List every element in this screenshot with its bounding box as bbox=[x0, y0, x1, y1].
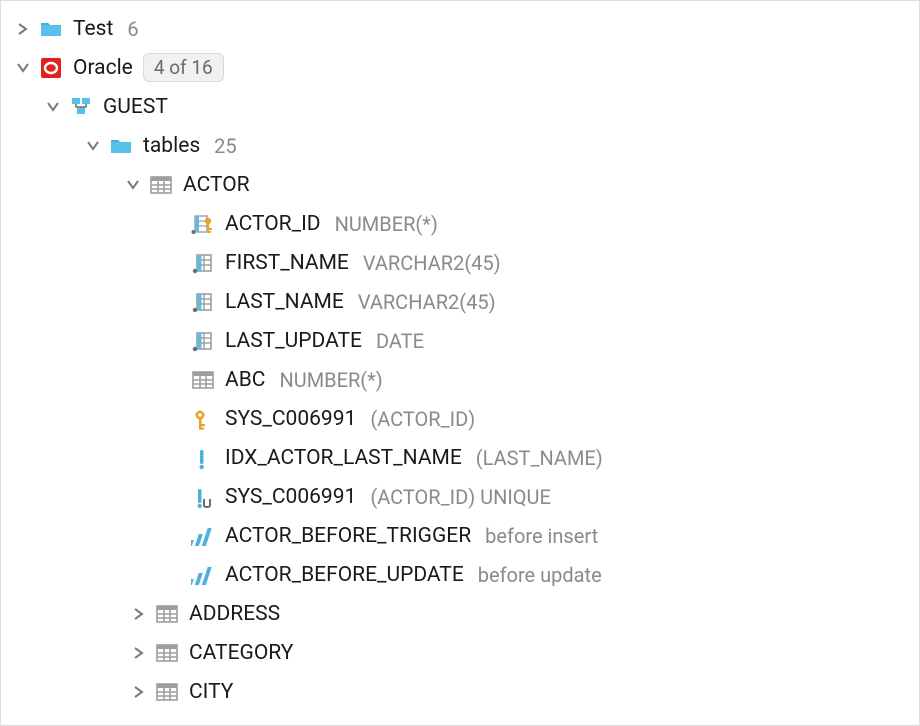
tree-item-column-actor-id[interactable]: ACTOR_ID NUMBER(*) bbox=[1, 204, 919, 243]
tree-item-tables[interactable]: tables 25 bbox=[1, 126, 919, 165]
index-unique-icon bbox=[191, 485, 215, 509]
tree-count: 6 bbox=[127, 17, 138, 41]
chevron-down-icon[interactable] bbox=[43, 97, 63, 117]
tree-item-column-last-name[interactable]: LAST_NAME VARCHAR2(45) bbox=[1, 282, 919, 321]
oracle-icon bbox=[39, 56, 63, 80]
tree-label: CATEGORY bbox=[189, 641, 293, 665]
trigger-name: ACTOR_BEFORE_UPDATE bbox=[225, 563, 464, 587]
table-icon bbox=[149, 173, 173, 197]
tree-item-test[interactable]: Test 6 bbox=[1, 9, 919, 48]
tree-count: 25 bbox=[214, 134, 236, 158]
column-name: LAST_NAME bbox=[225, 290, 344, 314]
tree-item-column-abc[interactable]: ABC NUMBER(*) bbox=[1, 360, 919, 399]
tree-label: ADDRESS bbox=[189, 602, 280, 626]
trigger-icon bbox=[191, 524, 215, 548]
tree-item-column-last-update[interactable]: LAST_UPDATE DATE bbox=[1, 321, 919, 360]
tree-item-table-city[interactable]: CITY bbox=[1, 672, 919, 711]
column-name: FIRST_NAME bbox=[225, 251, 349, 275]
column-name: ABC bbox=[225, 368, 265, 392]
tree-item-table-category[interactable]: CATEGORY bbox=[1, 633, 919, 672]
folder-icon bbox=[109, 134, 133, 158]
column-type: VARCHAR2(45) bbox=[358, 290, 496, 314]
trigger-detail: before update bbox=[478, 563, 602, 587]
column-name: LAST_UPDATE bbox=[225, 329, 362, 353]
index-detail: (ACTOR_ID) UNIQUE bbox=[370, 485, 551, 509]
tree-label: GUEST bbox=[103, 95, 168, 119]
chevron-right-icon[interactable] bbox=[129, 604, 149, 624]
chevron-down-icon[interactable] bbox=[13, 58, 33, 78]
count-badge: 4 of 16 bbox=[143, 53, 224, 82]
tree-label: Oracle bbox=[73, 56, 133, 80]
chevron-right-icon[interactable] bbox=[13, 19, 33, 39]
trigger-icon bbox=[191, 563, 215, 587]
tree-label: CITY bbox=[189, 680, 233, 704]
tree-item-trigger-2[interactable]: ACTOR_BEFORE_UPDATE before update bbox=[1, 555, 919, 594]
table-icon bbox=[191, 368, 215, 392]
tree-label: ACTOR bbox=[183, 173, 250, 197]
column-icon bbox=[191, 329, 215, 353]
tree-item-trigger-1[interactable]: ACTOR_BEFORE_TRIGGER before insert bbox=[1, 516, 919, 555]
tree-item-schema-guest[interactable]: GUEST bbox=[1, 87, 919, 126]
index-detail: (LAST_NAME) bbox=[476, 446, 603, 470]
column-icon bbox=[191, 251, 215, 275]
chevron-down-icon[interactable] bbox=[123, 175, 143, 195]
index-name: SYS_C006991 bbox=[225, 485, 356, 509]
index-icon bbox=[191, 446, 215, 470]
tree-item-key-pk[interactable]: SYS_C006991 (ACTOR_ID) bbox=[1, 399, 919, 438]
column-type: VARCHAR2(45) bbox=[363, 251, 501, 275]
tree-item-table-actor[interactable]: ACTOR bbox=[1, 165, 919, 204]
column-icon bbox=[191, 290, 215, 314]
table-icon bbox=[155, 641, 179, 665]
key-detail: (ACTOR_ID) bbox=[370, 407, 475, 431]
index-name: IDX_ACTOR_LAST_NAME bbox=[225, 446, 462, 470]
chevron-right-icon[interactable] bbox=[129, 682, 149, 702]
trigger-detail: before insert bbox=[485, 524, 598, 548]
tree-item-index-2[interactable]: SYS_C006991 (ACTOR_ID) UNIQUE bbox=[1, 477, 919, 516]
tree-label: Test bbox=[73, 17, 113, 41]
tree-item-table-address[interactable]: ADDRESS bbox=[1, 594, 919, 633]
folder-icon bbox=[39, 17, 63, 41]
chevron-right-icon[interactable] bbox=[129, 643, 149, 663]
key-icon bbox=[191, 407, 215, 431]
column-name: ACTOR_ID bbox=[225, 212, 321, 236]
schema-icon bbox=[69, 95, 93, 119]
chevron-down-icon[interactable] bbox=[83, 136, 103, 156]
tree-label: tables bbox=[143, 134, 200, 158]
column-pk-icon bbox=[191, 212, 215, 236]
table-icon bbox=[155, 602, 179, 626]
column-type: DATE bbox=[376, 329, 424, 353]
table-icon bbox=[155, 680, 179, 704]
tree-item-index-1[interactable]: IDX_ACTOR_LAST_NAME (LAST_NAME) bbox=[1, 438, 919, 477]
tree-item-column-first-name[interactable]: FIRST_NAME VARCHAR2(45) bbox=[1, 243, 919, 282]
trigger-name: ACTOR_BEFORE_TRIGGER bbox=[225, 524, 471, 548]
column-type: NUMBER(*) bbox=[335, 212, 438, 236]
tree-item-oracle[interactable]: Oracle 4 of 16 bbox=[1, 48, 919, 87]
column-type: NUMBER(*) bbox=[279, 368, 382, 392]
key-name: SYS_C006991 bbox=[225, 407, 356, 431]
